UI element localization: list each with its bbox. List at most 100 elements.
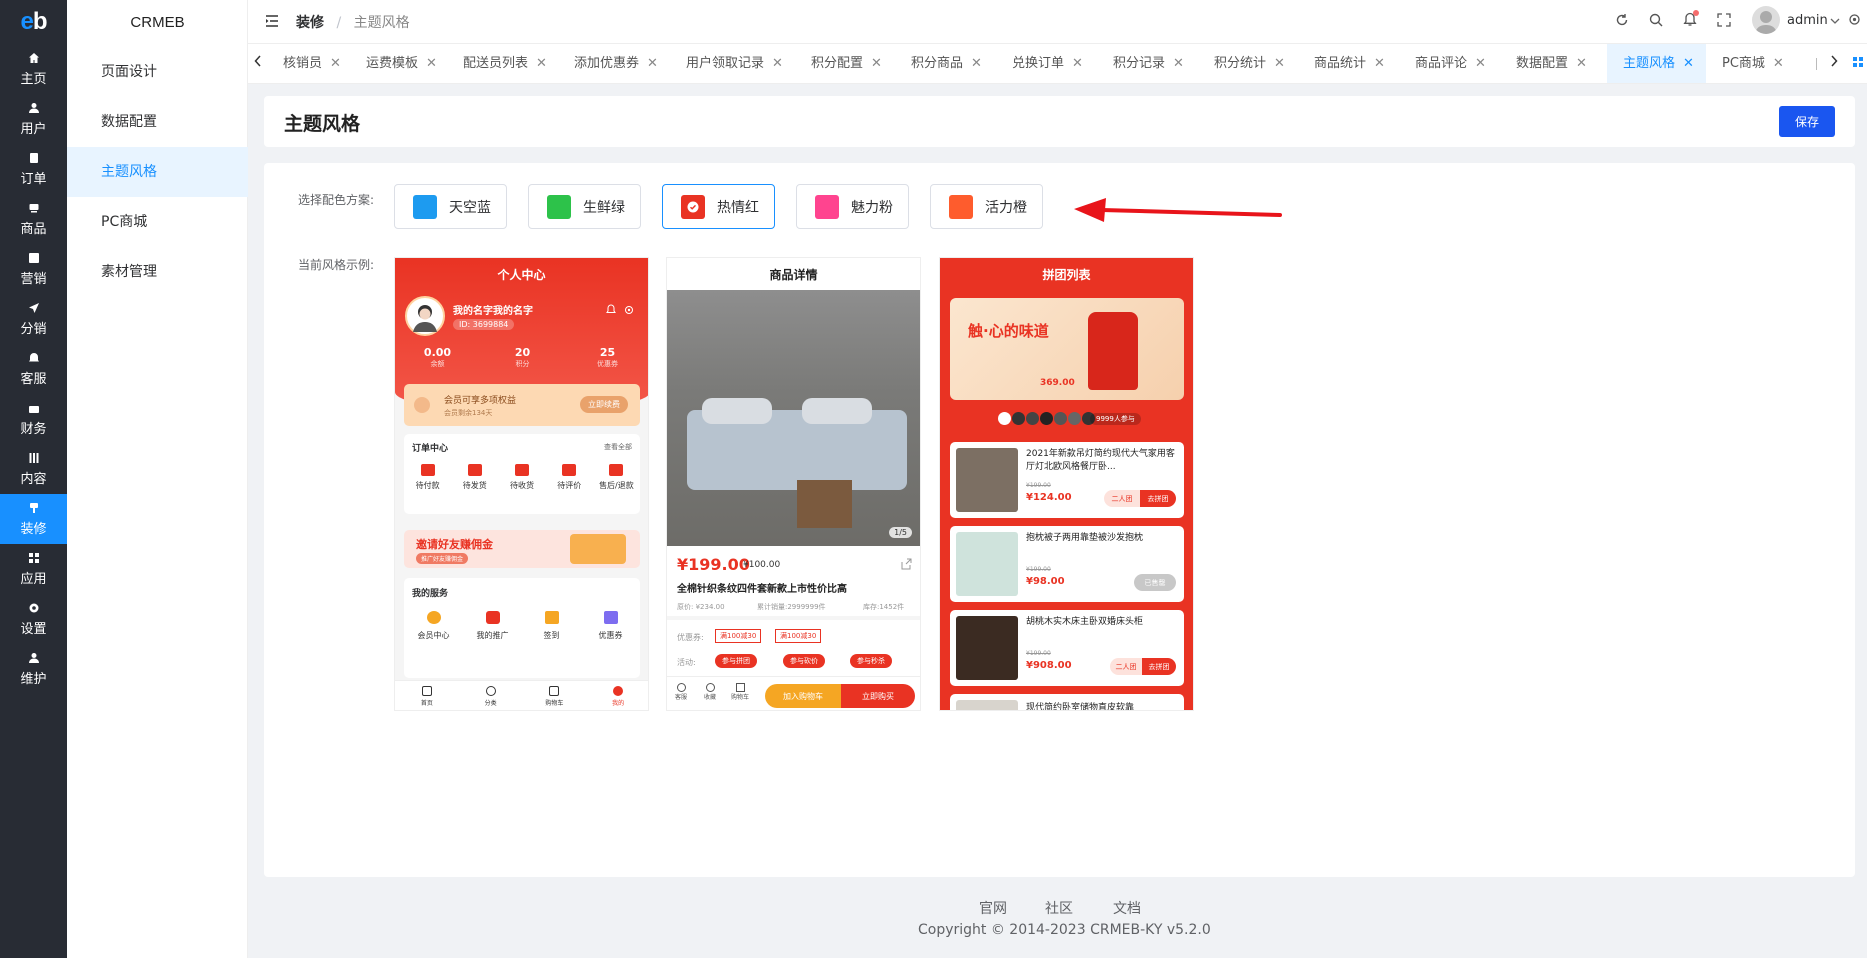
nav-me[interactable]: 我的: [586, 681, 648, 710]
rail-item-apps[interactable]: 应用: [0, 544, 67, 594]
vip-banner[interactable]: 会员可享多项权益 会员剩余134天 立即续费: [404, 384, 640, 426]
nav-category[interactable]: 分类: [459, 681, 523, 710]
nav-home[interactable]: 首页: [395, 681, 459, 710]
chevron-down-icon[interactable]: [1830, 14, 1840, 30]
bell-icon[interactable]: [606, 303, 616, 319]
tab-data-config[interactable]: 数据配置 ✕: [1506, 44, 1597, 83]
refresh-icon[interactable]: [1615, 13, 1629, 31]
tab-add-coupon[interactable]: 添加优惠券 ✕: [564, 44, 668, 83]
stat-points[interactable]: 20 积分: [480, 346, 565, 369]
rail-item-settings[interactable]: 设置: [0, 594, 67, 644]
tab-points-config[interactable]: 积分配置 ✕: [801, 44, 892, 83]
tab-points-records[interactable]: 积分记录 ✕: [1103, 44, 1194, 83]
sidebar-item-page-design[interactable]: 页面设计: [67, 47, 248, 97]
orders-view-all[interactable]: 查看全部: [604, 442, 632, 452]
save-button[interactable]: 保存: [1779, 106, 1835, 137]
rail-item-service[interactable]: 客服: [0, 344, 67, 394]
order-pending-review[interactable]: 待评价: [546, 464, 593, 491]
app-logo[interactable]: eb: [0, 0, 67, 44]
buy-now-button[interactable]: 立即购买: [841, 684, 915, 708]
rail-item-marketing[interactable]: 营销: [0, 244, 67, 294]
scheme-option-fresh-green[interactable]: 生鲜绿: [528, 184, 641, 229]
breadcrumb-root[interactable]: 装修: [296, 15, 324, 31]
search-icon[interactable]: [1649, 13, 1663, 31]
close-icon[interactable]: ✕: [536, 56, 547, 71]
notification-bell-icon[interactable]: [1683, 10, 1699, 31]
group-item[interactable]: 抱枕被子两用靠垫被沙发抱枕 ¥199.00 ¥98.00 已售罄: [950, 526, 1184, 602]
order-pending-ship[interactable]: 待发货: [451, 464, 498, 491]
fullscreen-icon[interactable]: [1717, 13, 1731, 31]
tab-points-stats[interactable]: 积分统计 ✕: [1204, 44, 1295, 83]
activity-bargain[interactable]: 参与砍价: [783, 654, 825, 668]
join-group-control[interactable]: 二人团 去拼团: [1104, 490, 1176, 507]
footer-link-docs[interactable]: 文档: [1113, 898, 1141, 918]
close-icon[interactable]: ✕: [1773, 56, 1784, 71]
close-icon[interactable]: ✕: [330, 56, 341, 71]
service-checkin[interactable]: 签到: [522, 611, 581, 641]
close-icon[interactable]: ✕: [426, 56, 437, 71]
bar-service[interactable]: 客服: [675, 683, 687, 701]
sidebar-item-pc-mall[interactable]: PC商城: [67, 197, 248, 247]
coupon-tag[interactable]: 满100减30: [775, 629, 822, 643]
order-pending-pay[interactable]: 待付款: [404, 464, 451, 491]
scheme-option-charm-pink[interactable]: 魅力粉: [796, 184, 909, 229]
close-icon[interactable]: ✕: [1374, 56, 1385, 71]
tabs-menu-icon[interactable]: [1853, 44, 1863, 83]
close-icon[interactable]: ✕: [1576, 56, 1587, 71]
rail-item-order[interactable]: 订单: [0, 144, 67, 194]
close-icon[interactable]: ✕: [1683, 56, 1694, 71]
close-icon[interactable]: ✕: [971, 56, 982, 71]
rail-item-finance[interactable]: 财务: [0, 394, 67, 444]
renew-button[interactable]: 立即续费: [580, 396, 628, 413]
nav-cart[interactable]: 购物车: [523, 681, 587, 710]
bar-favorite[interactable]: 收藏: [704, 683, 716, 701]
group-item[interactable]: 2021年新款吊灯简约现代大气家用客厅灯北欧风格餐厅卧... ¥199.00 ¥…: [950, 442, 1184, 518]
tab-exchange-orders[interactable]: 兑换订单 ✕: [1002, 44, 1093, 83]
order-pending-receive[interactable]: 待收货: [498, 464, 545, 491]
scheme-option-passion-red[interactable]: 热情红: [662, 184, 775, 229]
stat-coupons[interactable]: 25 优惠券: [565, 346, 648, 369]
order-after-sale[interactable]: 售后/退款: [593, 464, 640, 491]
rail-item-content[interactable]: 内容: [0, 444, 67, 494]
footer-link-website[interactable]: 官网: [979, 898, 1007, 918]
tab-user-claims[interactable]: 用户领取记录 ✕: [676, 44, 793, 83]
share-icon[interactable]: [900, 558, 912, 574]
rail-item-maintenance[interactable]: 维护: [0, 644, 67, 694]
service-member-center[interactable]: 会员中心: [404, 611, 463, 641]
group-item[interactable]: 胡桃木实木床主卧双婚床头柜 ¥199.00 ¥908.00 二人团 去拼团: [950, 610, 1184, 686]
service-my-promotion[interactable]: 我的推广: [463, 611, 522, 641]
join-group-button[interactable]: 去拼团: [1142, 658, 1176, 675]
tab-courier-list[interactable]: 配送员列表 ✕: [453, 44, 557, 83]
rail-item-distribution[interactable]: 分销: [0, 294, 67, 344]
rail-item-decor[interactable]: 装修: [0, 494, 67, 544]
sidebar-item-theme[interactable]: 主题风格: [67, 147, 248, 197]
tab-pc-mall[interactable]: PC商城 ✕: [1712, 44, 1794, 83]
close-icon[interactable]: ✕: [1173, 56, 1184, 71]
tab-shipping-template[interactable]: 运费模板 ✕: [356, 44, 447, 83]
add-to-cart-button[interactable]: 加入购物车: [765, 684, 841, 708]
scheme-option-vital-orange[interactable]: 活力橙: [930, 184, 1043, 229]
avatar[interactable]: [1752, 6, 1780, 34]
scheme-option-sky-blue[interactable]: 天空蓝: [394, 184, 507, 229]
close-icon[interactable]: ✕: [1072, 56, 1083, 71]
tab-goods-reviews[interactable]: 商品评论 ✕: [1405, 44, 1496, 83]
close-icon[interactable]: ✕: [647, 56, 658, 71]
sidebar-item-materials[interactable]: 素材管理: [67, 247, 248, 297]
invite-banner[interactable]: 邀请好友赚佣金 推广好友赚佣金: [404, 530, 640, 568]
coupon-tag[interactable]: 满100减30: [715, 629, 762, 643]
close-icon[interactable]: ✕: [772, 56, 783, 71]
sidebar-item-data-config[interactable]: 数据配置: [67, 97, 248, 147]
rail-item-home[interactable]: 主页: [0, 44, 67, 94]
close-icon[interactable]: ✕: [1274, 56, 1285, 71]
menu-toggle-icon[interactable]: [264, 13, 280, 33]
gear-icon[interactable]: [1848, 13, 1861, 30]
tab-goods-stats[interactable]: 商品统计 ✕: [1304, 44, 1395, 83]
close-icon[interactable]: ✕: [871, 56, 882, 71]
rail-item-goods[interactable]: 商品: [0, 194, 67, 244]
group-banner[interactable]: 触·心的味道 369.00: [950, 298, 1184, 400]
bar-cart[interactable]: 购物车: [731, 683, 749, 701]
tab-theme-style[interactable]: 主题风格 ✕: [1607, 44, 1706, 83]
group-item[interactable]: 现代简约卧室储物直皮软靠: [950, 694, 1184, 710]
close-icon[interactable]: ✕: [1475, 56, 1486, 71]
tabs-scroll-left-icon[interactable]: [254, 44, 262, 83]
